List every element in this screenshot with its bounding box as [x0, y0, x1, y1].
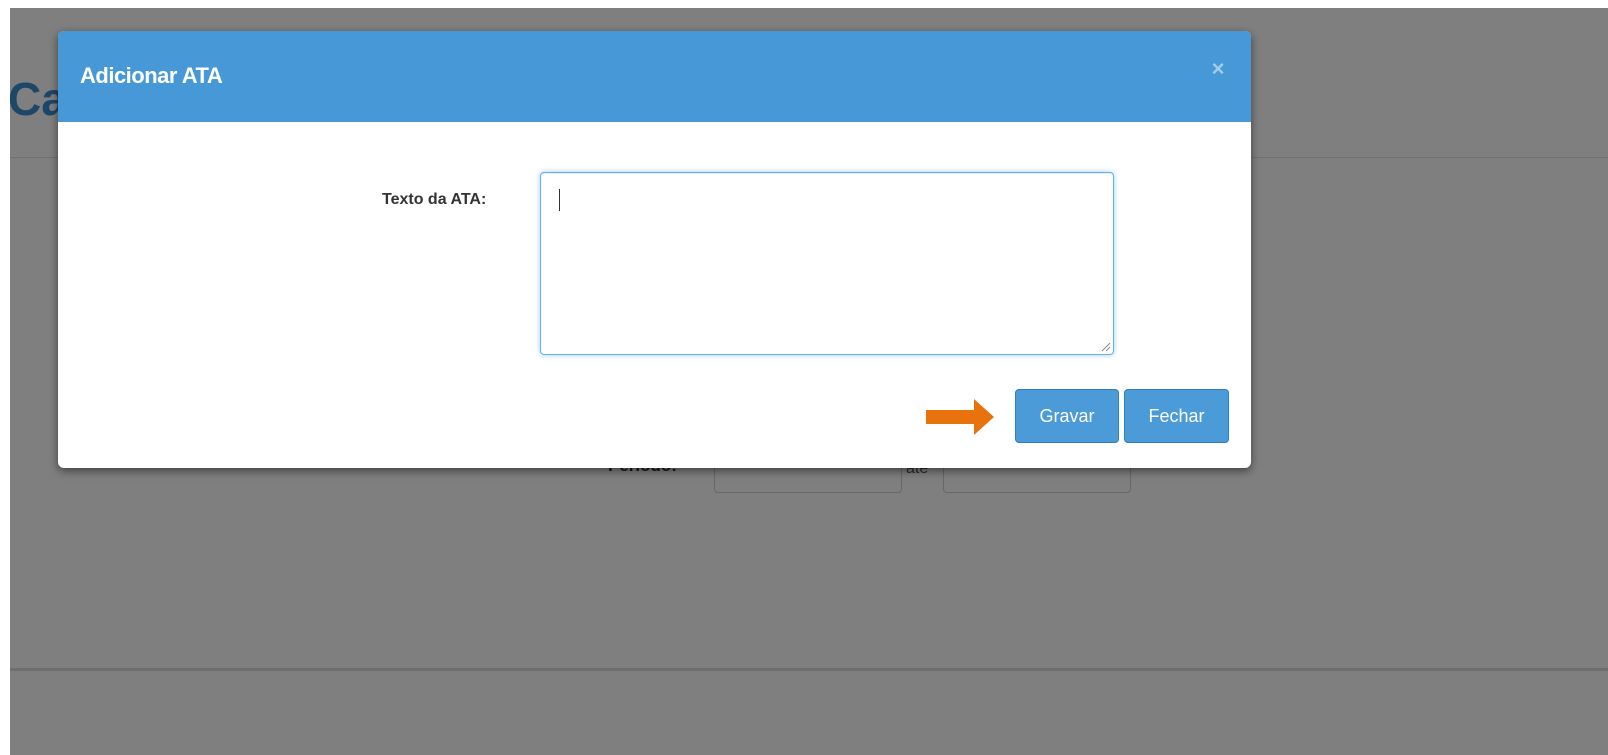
save-button[interactable]: Gravar [1015, 389, 1119, 443]
modal-title: Adicionar ATA [80, 63, 223, 88]
add-ata-modal: Adicionar ATA × Texto da ATA: Gravar Fec… [58, 31, 1251, 468]
text-caret [559, 189, 560, 211]
close-icon[interactable]: × [1206, 55, 1230, 83]
resize-grip-icon[interactable] [1101, 342, 1111, 352]
close-button[interactable]: Fechar [1124, 389, 1229, 443]
ata-text-label: Texto da ATA: [382, 191, 487, 208]
ata-textarea[interactable] [540, 172, 1114, 355]
arrow-right-icon [926, 399, 996, 435]
modal-header: Adicionar ATA × [58, 31, 1251, 122]
